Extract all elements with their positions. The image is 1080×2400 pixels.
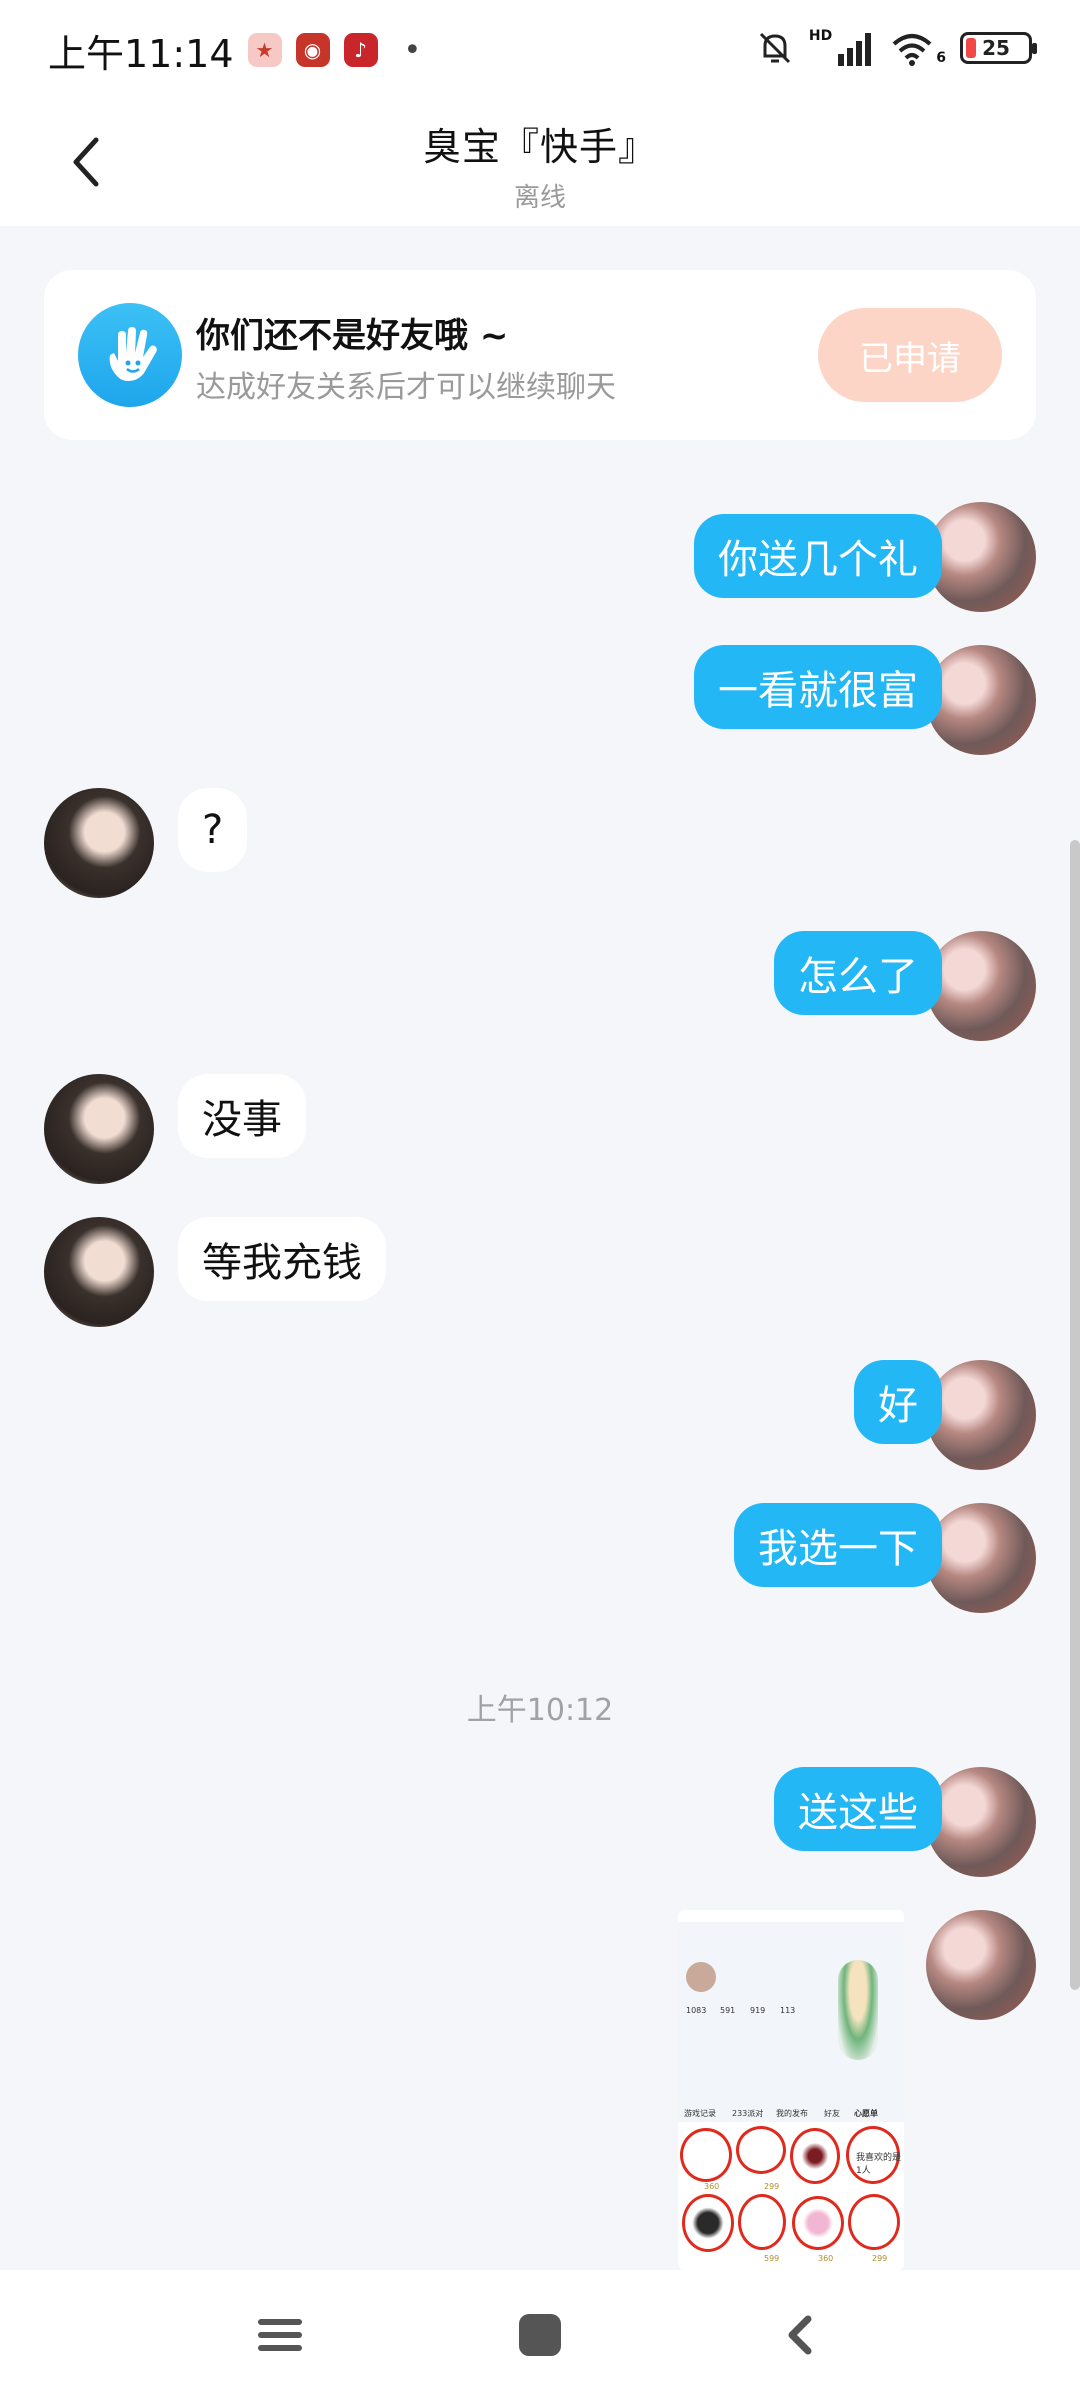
battery-icon: 25	[960, 32, 1037, 64]
contact-avatar[interactable]	[44, 788, 154, 898]
title-block: 臭宝『快手』 离线	[0, 116, 1080, 214]
mini-tab: 233派对	[732, 2109, 764, 2118]
wifi-generation-label: 6	[936, 50, 946, 66]
highlight-circle	[738, 2194, 786, 2250]
highlight-circle	[792, 2196, 844, 2250]
contact-avatar[interactable]	[44, 1074, 154, 1184]
wifi-icon	[892, 34, 932, 66]
my-avatar[interactable]	[926, 645, 1036, 755]
mini-stat: 591	[720, 2006, 736, 2015]
image-message[interactable]: 1083 591 919 113 游戏记录 233派对 我的发布 好友 心愿单 …	[678, 1910, 904, 2270]
mini-character-figure	[838, 1960, 878, 2060]
highlight-circle	[682, 2194, 734, 2252]
back-icon[interactable]	[770, 2305, 830, 2365]
message-bubble[interactable]: ?	[178, 788, 248, 872]
mini-tab: 我的发布	[776, 2109, 808, 2118]
status-right-group: HD 6 25	[755, 28, 1037, 68]
tiktok-icon: ♪	[343, 33, 378, 67]
my-avatar[interactable]	[926, 1503, 1036, 1613]
mini-tab: 心愿单	[854, 2109, 878, 2118]
highlight-circle	[680, 2128, 732, 2182]
mini-price: 360	[818, 2254, 834, 2263]
mini-price: 299	[872, 2254, 888, 2263]
my-avatar[interactable]	[926, 1910, 1036, 2020]
mini-stat: 919	[750, 2006, 766, 2015]
applied-button[interactable]: 已申请	[818, 308, 1002, 402]
message-bubble[interactable]: 等我充钱	[178, 1217, 386, 1301]
wave-hand-icon	[78, 303, 182, 407]
message-bubble[interactable]: 送这些	[774, 1767, 942, 1851]
app-notification-icon: ★	[247, 33, 282, 67]
my-avatar[interactable]	[926, 502, 1036, 612]
highlight-circle	[736, 2126, 786, 2174]
mute-bell-icon	[759, 32, 790, 64]
mini-tab: 好友	[824, 2109, 840, 2118]
highlight-circle	[790, 2128, 840, 2184]
my-avatar[interactable]	[926, 931, 1036, 1041]
mini-stat: 113	[780, 2006, 796, 2015]
system-nav-bar	[0, 2270, 1080, 2400]
mini-profile-avatar	[686, 1962, 716, 1992]
highlight-circle	[848, 2194, 900, 2250]
friend-banner-description: 达成好友关系后才可以继续聊天	[196, 370, 616, 405]
more-notifications-dot: •	[403, 32, 422, 68]
message-bubble[interactable]: 怎么了	[774, 931, 942, 1015]
mini-price: 360	[704, 2182, 720, 2191]
mini-status-bar	[678, 1910, 904, 1922]
mini-caption: 我喜欢的是1人	[856, 2153, 902, 2176]
message-bubble[interactable]: 你送几个礼	[694, 514, 942, 598]
network-type-label: HD	[808, 28, 833, 44]
contact-name: 臭宝『快手』	[422, 125, 657, 169]
message-bubble[interactable]: 好	[854, 1360, 942, 1444]
menu-icon[interactable]	[250, 2305, 310, 2365]
mini-tab: 游戏记录	[684, 2109, 716, 2118]
signal-icon	[838, 33, 872, 66]
contact-status: 离线	[513, 183, 566, 213]
scrollbar[interactable]	[1070, 840, 1080, 1990]
friend-request-banner: 你们还不是好友哦 ~ 达成好友关系后才可以继续聊天 已申请	[44, 270, 1036, 440]
message-bubble[interactable]: 没事	[178, 1074, 306, 1158]
status-bar: 上午11:14 ★ ◉ ♪ • HD 6 25	[0, 0, 1080, 100]
time-separator: 上午10:12	[466, 1693, 614, 1728]
my-avatar[interactable]	[926, 1767, 1036, 1877]
contact-avatar[interactable]	[44, 1217, 154, 1327]
home-icon[interactable]	[510, 2305, 570, 2365]
status-time: 上午11:14	[48, 31, 234, 76]
message-bubble[interactable]: 我选一下	[734, 1503, 942, 1587]
app-notification-icon: ◉	[295, 33, 330, 67]
friend-banner-title: 你们还不是好友哦 ~	[196, 316, 509, 356]
chat-header: 臭宝『快手』 离线	[0, 100, 1080, 226]
mini-stat: 1083	[686, 2006, 707, 2015]
battery-level: 25	[982, 36, 1010, 60]
mini-price: 599	[764, 2254, 780, 2263]
mini-price: 299	[764, 2182, 780, 2191]
message-bubble[interactable]: 一看就很富	[694, 645, 942, 729]
my-avatar[interactable]	[926, 1360, 1036, 1470]
